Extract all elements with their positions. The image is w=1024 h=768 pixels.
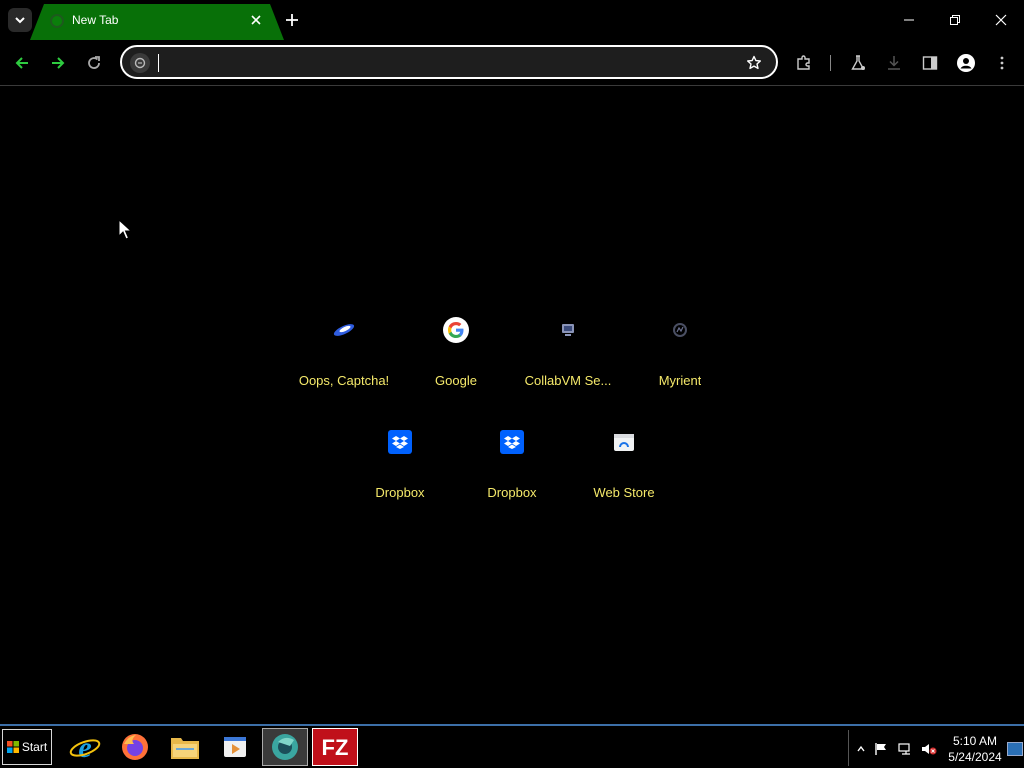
flask-icon: [851, 55, 865, 70]
new-tab-page: Oops, Captcha! Google CollabVM Se... Myr…: [0, 87, 1024, 724]
address-input[interactable]: [156, 52, 736, 74]
dropbox-icon: [388, 430, 412, 454]
labs-button[interactable]: [846, 51, 870, 75]
arrow-right-icon: [52, 57, 65, 69]
close-icon: [995, 14, 1007, 26]
bookmark-star-button[interactable]: [744, 53, 764, 73]
oops-captcha-favicon-icon: [320, 306, 368, 354]
volume-muted-icon[interactable]: [921, 741, 937, 757]
new-tab-favicon-icon: [50, 14, 64, 28]
site-info-icon[interactable]: [130, 53, 150, 73]
chevron-down-icon: [15, 17, 25, 24]
clock-time[interactable]: 5:10 AM: [945, 734, 1005, 748]
collabvm-favicon-icon: [544, 306, 592, 354]
mouse-cursor-icon: [118, 219, 132, 240]
google-icon: [443, 317, 469, 343]
shortcut-label: Dropbox: [487, 485, 537, 500]
taskbar-file-explorer[interactable]: [162, 728, 208, 766]
restore-button[interactable]: [932, 0, 978, 40]
shortcut-label: Oops, Captcha!: [298, 373, 390, 388]
star-icon: [747, 55, 761, 70]
filezilla-icon: FZ: [322, 735, 349, 760]
shortcut-label: Web Store: [593, 485, 655, 500]
minimize-icon: [904, 19, 914, 21]
taskbar-chromium[interactable]: [262, 728, 308, 766]
back-button[interactable]: [10, 51, 34, 75]
show-desktop-button[interactable]: [1007, 742, 1023, 756]
system-tray: 5:10 AM 5/24/2024: [848, 730, 1024, 766]
close-window-button[interactable]: [978, 0, 1024, 40]
tab-close-button[interactable]: [248, 12, 264, 28]
profile-button[interactable]: [954, 51, 978, 75]
text-caret: [158, 54, 159, 72]
folder-icon: [171, 738, 199, 759]
clock-date[interactable]: 5/24/2024: [945, 750, 1005, 764]
shortcut-tile[interactable]: Myrient: [624, 306, 736, 406]
taskbar-firefox[interactable]: [112, 728, 158, 766]
shortcut-label: Google: [435, 373, 477, 388]
firefox-icon: [122, 734, 148, 760]
shortcut-tile[interactable]: Dropbox: [344, 418, 456, 518]
restore-icon: [950, 15, 960, 25]
shortcut-label: Myrient: [658, 373, 702, 388]
tab-title: New Tab: [72, 13, 119, 27]
shortcut-tile[interactable]: Web Store: [568, 418, 680, 518]
plus-icon: [286, 14, 298, 26]
arrow-left-icon: [15, 57, 28, 69]
more-vertical-icon: [1000, 56, 1004, 70]
shortcut-label: Dropbox: [375, 485, 425, 500]
extensions-button[interactable]: [792, 51, 816, 75]
myrient-favicon-icon: [656, 306, 704, 354]
start-button[interactable]: Start: [2, 729, 52, 765]
menu-button[interactable]: [990, 51, 1014, 75]
chevron-up-icon: [857, 745, 865, 752]
toolbar-divider: [830, 55, 831, 71]
side-panel-icon: [922, 56, 938, 70]
reload-button[interactable]: [82, 51, 106, 75]
svg-text:FZ: FZ: [322, 735, 349, 760]
shortcut-tile[interactable]: Dropbox: [456, 418, 568, 518]
web-store-icon: [600, 418, 648, 466]
downloads-button[interactable]: [882, 51, 906, 75]
new-tab-button[interactable]: [282, 10, 302, 30]
start-label: Start: [21, 740, 48, 754]
media-player-icon: [224, 737, 246, 757]
action-center-flag-icon[interactable]: [873, 741, 889, 757]
puzzle-icon: [797, 55, 810, 70]
tab-new-tab[interactable]: New Tab: [30, 4, 284, 40]
taskbar: Start e FZ 5:10 AM 5/24/2024: [0, 724, 1024, 768]
minimize-button[interactable]: [886, 0, 932, 40]
shortcut-tile[interactable]: Oops, Captcha!: [288, 306, 400, 406]
address-bar[interactable]: [120, 45, 778, 79]
browser-toolbar: [0, 40, 1024, 86]
download-icon: [888, 56, 900, 70]
side-panel-button[interactable]: [918, 51, 942, 75]
internet-explorer-icon: e: [69, 731, 101, 763]
windows-logo-icon: [6, 741, 19, 753]
chromium-icon: [272, 734, 298, 760]
reload-icon: [88, 56, 100, 69]
taskbar-filezilla[interactable]: FZ: [312, 728, 358, 766]
taskbar-internet-explorer[interactable]: e: [62, 728, 108, 766]
tab-search-button[interactable]: [8, 8, 32, 32]
account-icon: [957, 54, 975, 72]
dropbox-icon: [500, 430, 524, 454]
title-bar: New Tab: [0, 0, 1024, 40]
svg-text:e: e: [78, 731, 91, 763]
forward-button[interactable]: [46, 51, 70, 75]
show-hidden-icons-button[interactable]: [853, 741, 869, 757]
shortcut-tile[interactable]: CollabVM Se...: [512, 306, 624, 406]
taskbar-media-player[interactable]: [212, 728, 258, 766]
shortcut-tile[interactable]: Google: [400, 306, 512, 406]
close-icon: [251, 15, 261, 25]
shortcut-label: CollabVM Se...: [524, 373, 612, 388]
network-icon[interactable]: [897, 741, 913, 757]
